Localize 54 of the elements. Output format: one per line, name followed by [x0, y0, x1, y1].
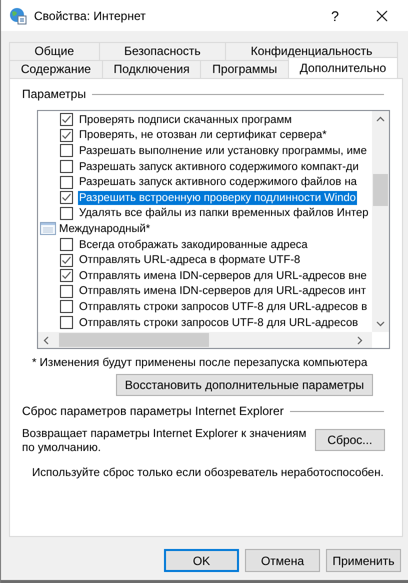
list-item[interactable]: Отправлять имена IDN-серверов для URL-адресов вне — [78, 268, 368, 283]
globe-icon — [9, 6, 27, 24]
restore-button[interactable]: Восстановить дополнительные параметры — [116, 374, 373, 396]
folder-list-icon — [40, 222, 56, 236]
scroll-thumb[interactable] — [373, 174, 388, 206]
reset-button[interactable]: Сброс... — [314, 429, 385, 451]
checkbox[interactable] — [60, 238, 73, 252]
tab[interactable]: Общие — [9, 42, 100, 60]
checkbox[interactable] — [60, 176, 73, 189]
checkbox[interactable] — [60, 284, 73, 298]
reset-description: Возвращает параметры Internet Explorer к значениям по умолчанию. — [22, 427, 308, 455]
list-item[interactable]: Проверять, не отозван ли сертификат сервера* — [78, 128, 328, 142]
list-item[interactable]: Разрешать запуск активного содержимого файлов на — [78, 175, 358, 190]
list-item[interactable]: Удалять все файлы из папки временных файлов Интер — [78, 206, 370, 220]
group-label: Сброс параметров параметры Internet Explorer — [22, 404, 284, 418]
checkbox[interactable] — [60, 113, 73, 126]
scroll-right-icon[interactable] — [357, 336, 363, 344]
list-item[interactable]: Разрешать запуск активного содержимого компакт-ди — [78, 160, 360, 174]
checkbox[interactable] — [60, 316, 73, 330]
dialog-button[interactable]: Отмена — [245, 549, 320, 572]
list-item[interactable]: Отправлять строки запросов UTF-8 для URL-адресов в — [78, 300, 368, 314]
dialog-button[interactable]: OK — [164, 549, 239, 572]
scroll-down-icon[interactable] — [376, 321, 385, 327]
checkbox[interactable] — [60, 160, 73, 174]
list-item[interactable]: Проверять подписи скачанных программ — [78, 112, 293, 127]
checkbox[interactable] — [60, 191, 73, 204]
checkbox[interactable] — [60, 300, 73, 314]
tab[interactable]: Дополнительно — [288, 57, 398, 78]
reset-note: Используйте сброс только если обозреватель неработоспособен. — [32, 467, 385, 479]
footnote-text: * Изменения будут применены после перезапуска компьютера — [32, 357, 368, 369]
scroll-thumb[interactable] — [59, 333, 209, 347]
window-title: Свойства: Интернет — [34, 8, 147, 22]
tree-group[interactable]: Международный* — [59, 222, 150, 235]
list-item[interactable]: Отправлять имена IDN-серверов для URL-адресов инт — [78, 284, 367, 298]
tab[interactable]: Подключения — [102, 60, 202, 78]
close-icon[interactable] — [376, 10, 388, 22]
checkbox[interactable] — [60, 254, 73, 267]
scroll-up-icon[interactable] — [376, 116, 385, 122]
dialog-button[interactable]: Применить — [326, 549, 401, 572]
scroll-left-icon[interactable] — [43, 336, 49, 344]
list-item[interactable]: Отправлять URL-адреса в формате UTF-8 — [78, 253, 302, 268]
tab[interactable]: Содержание — [9, 60, 103, 78]
tab[interactable]: Программы — [200, 60, 289, 78]
list-item[interactable]: Всегда отображать закодированные адреса — [78, 238, 309, 252]
list-item[interactable]: Отправлять строки запросов UTF-8 для URL-адресов — [78, 316, 360, 330]
list-item[interactable]: Разрешать выполнение или установку программы, име — [78, 144, 368, 158]
checkbox[interactable] — [60, 269, 73, 282]
checkbox[interactable] — [60, 128, 73, 142]
checkbox[interactable] — [60, 144, 73, 158]
list-item[interactable]: Разрешить встроенную проверку подлинности Windo — [78, 190, 357, 205]
checkbox[interactable] — [60, 206, 73, 220]
help-button[interactable]: ? — [312, 8, 358, 24]
vertical-scrollbar[interactable] — [372, 111, 389, 332]
group-label: Параметры — [22, 87, 86, 101]
